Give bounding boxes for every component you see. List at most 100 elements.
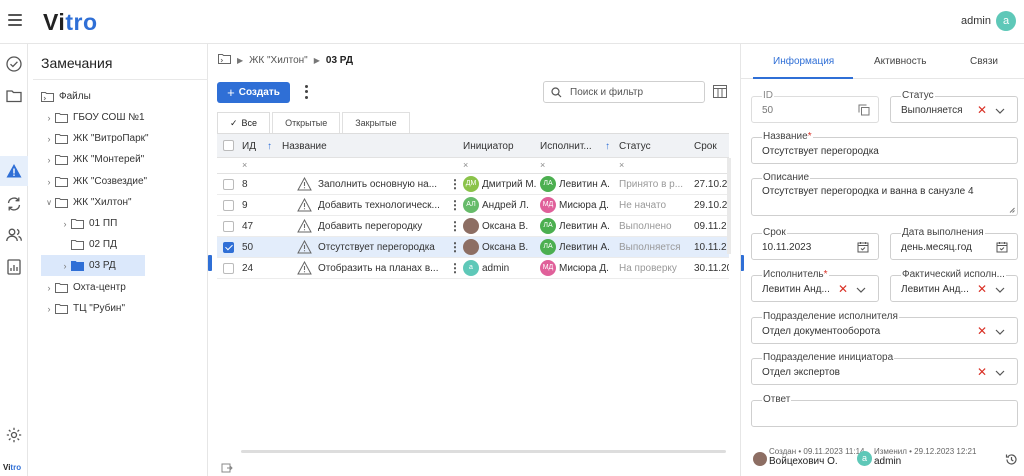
row-checkbox[interactable] [223, 242, 234, 253]
table-row[interactable]: 9 Добавить технологическ... ⋮ АЛ Андрей Л… [217, 195, 729, 216]
tree-item-01pp[interactable]: › 01 ПП [33, 213, 205, 234]
chevron-down-icon[interactable]: ∨ [43, 198, 55, 207]
horizontal-scrollbar[interactable] [241, 450, 726, 453]
cell-name[interactable]: Добавить технологическ... [318, 195, 444, 216]
chevron-right-icon[interactable]: › [43, 134, 55, 144]
executor-select[interactable]: Исполнитель* Левитин Анд... ✕ [751, 269, 879, 302]
initiator-department-select[interactable]: Подразделение инициатора Отдел экспертов… [751, 352, 1018, 385]
tree-root-files[interactable]: Файлы [33, 86, 205, 107]
tab-information[interactable]: Информация [773, 56, 834, 67]
folder-icon[interactable] [5, 87, 23, 105]
warning-icon[interactable] [5, 162, 23, 180]
cell-name[interactable]: Добавить перегородку [318, 216, 444, 237]
description-field[interactable]: Описание Отсутствует перегородка и ванна… [751, 172, 1018, 216]
users-icon[interactable] [5, 226, 23, 244]
row-checkbox[interactable] [223, 179, 234, 190]
tree-item-rubin[interactable]: › ТЦ "Рубин" [33, 298, 205, 319]
chevron-right-icon[interactable]: › [43, 177, 55, 187]
row-checkbox[interactable] [223, 263, 234, 274]
col-due[interactable]: Срок [694, 141, 717, 152]
tree-item-monterey[interactable]: › ЖК "Монтерей" [33, 149, 205, 170]
col-status[interactable]: Статус [619, 141, 651, 152]
clear-icon[interactable]: ✕ [838, 282, 848, 296]
executor-department-select[interactable]: Подразделение исполнителя Отдел документ… [751, 311, 1018, 344]
report-chart-icon[interactable] [5, 258, 23, 276]
table-row-selected[interactable]: 50 Отсутствует перегородка ⋮ Оксана В. Л… [217, 237, 729, 258]
answer-field[interactable]: Ответ [751, 394, 1018, 427]
sync-icon[interactable] [5, 195, 23, 213]
row-checkbox[interactable] [223, 221, 234, 232]
clear-filter-icon[interactable]: × [242, 160, 247, 170]
tree-item-03rd[interactable]: › 03 РД [41, 255, 145, 276]
table-row[interactable]: 24 Отобразить на планах в... ⋮ a admin МД… [217, 258, 729, 279]
user-avatar[interactable]: a [996, 11, 1016, 31]
clear-filter-icon[interactable]: × [540, 160, 545, 170]
settings-gear-icon[interactable] [5, 426, 23, 444]
col-executor[interactable]: Исполнит... [540, 141, 592, 152]
chevron-down-icon[interactable] [856, 287, 866, 293]
folder-link-icon[interactable] [218, 54, 231, 67]
tree-item-okhta[interactable]: › Охта-центр [33, 277, 205, 298]
search-input[interactable]: Поиск и фильтр [543, 81, 705, 103]
tab-links[interactable]: Связи [970, 56, 998, 67]
name-field[interactable]: Название* Отсутствует перегородка [751, 131, 1018, 164]
chevron-down-icon[interactable] [995, 370, 1005, 376]
create-button[interactable]: + Создать [217, 82, 290, 103]
user-name[interactable]: admin [961, 15, 991, 27]
tree-item-02pd[interactable]: 02 ПД [33, 234, 205, 255]
table-row[interactable]: 8 Заполнить основную на... ⋮ ДМ Дмитрий М… [217, 174, 729, 195]
chevron-right-icon[interactable]: › [43, 304, 55, 314]
row-menu-icon[interactable]: ⋮ [449, 237, 461, 258]
chevron-down-icon[interactable] [995, 287, 1005, 293]
table-columns-icon[interactable] [713, 85, 727, 98]
tree-item-hilton[interactable]: ∨ ЖК "Хилтон" [33, 192, 205, 213]
row-menu-icon[interactable]: ⋮ [449, 195, 461, 216]
clear-filter-icon[interactable]: × [619, 160, 624, 170]
due-date-field[interactable]: Срок 10.11.2023 [751, 227, 879, 260]
tree-item-vitropark[interactable]: › ЖК "ВитроПарк" [33, 128, 205, 149]
breadcrumb-parent[interactable]: ЖК "Хилтон" [249, 55, 308, 66]
tab-open[interactable]: Открытые [272, 112, 341, 133]
clear-icon[interactable]: ✕ [977, 282, 987, 296]
calendar-icon[interactable] [857, 241, 869, 253]
col-id[interactable]: ИД [242, 141, 256, 152]
table-row[interactable]: 47 Добавить перегородку ⋮ Оксана В. ЛА Ле… [217, 216, 729, 237]
select-all-checkbox[interactable] [223, 140, 234, 151]
chevron-right-icon[interactable]: › [43, 283, 55, 293]
status-select[interactable]: Статус Выполняется ✕ [890, 90, 1018, 123]
completion-date-field[interactable]: Дата выполнения день.месяц.год [890, 227, 1018, 260]
col-name[interactable]: Название [282, 141, 327, 152]
resize-grip-icon[interactable] [1009, 207, 1015, 213]
chevron-down-icon[interactable] [995, 329, 1005, 335]
copy-icon[interactable] [858, 104, 870, 116]
actual-executor-select[interactable]: Фактический исполн... Левитин Анд... ✕ [890, 269, 1018, 302]
clear-icon[interactable]: ✕ [977, 365, 987, 379]
cell-name[interactable]: Отсутствует перегородка [318, 237, 444, 258]
cell-name[interactable]: Заполнить основную на... [318, 174, 444, 195]
clear-filter-icon[interactable]: × [463, 160, 468, 170]
clear-icon[interactable]: ✕ [977, 324, 987, 338]
cell-name[interactable]: Отобразить на планах в... [318, 258, 444, 279]
chevron-down-icon[interactable] [995, 108, 1005, 114]
tree-item-sozvezdie[interactable]: › ЖК "Созвездие" [33, 171, 205, 192]
history-icon[interactable] [1005, 453, 1018, 466]
tab-activity[interactable]: Активность [874, 56, 927, 67]
clear-icon[interactable]: ✕ [977, 103, 987, 117]
row-checkbox[interactable] [223, 200, 234, 211]
row-menu-icon[interactable]: ⋮ [449, 216, 461, 237]
tab-all[interactable]: ✓ Все [217, 112, 271, 133]
chevron-right-icon[interactable]: › [43, 155, 55, 165]
vertical-scrollbar[interactable] [727, 158, 731, 254]
row-menu-icon[interactable]: ⋮ [449, 174, 461, 195]
tree-item-gbou[interactable]: › ГБОУ СОШ №1 [33, 107, 205, 128]
chevron-right-icon[interactable]: › [59, 219, 71, 229]
tab-closed[interactable]: Закрытые [342, 112, 410, 133]
sort-asc-icon[interactable]: ↑ [605, 141, 610, 152]
chevron-right-icon[interactable]: › [43, 113, 55, 123]
row-menu-icon[interactable]: ⋮ [449, 258, 461, 279]
check-circle-icon[interactable] [5, 55, 23, 73]
col-initiator[interactable]: Инициатор [463, 141, 514, 152]
export-icon[interactable] [221, 462, 233, 474]
chevron-right-icon[interactable]: › [59, 261, 71, 271]
calendar-icon[interactable] [996, 241, 1008, 253]
